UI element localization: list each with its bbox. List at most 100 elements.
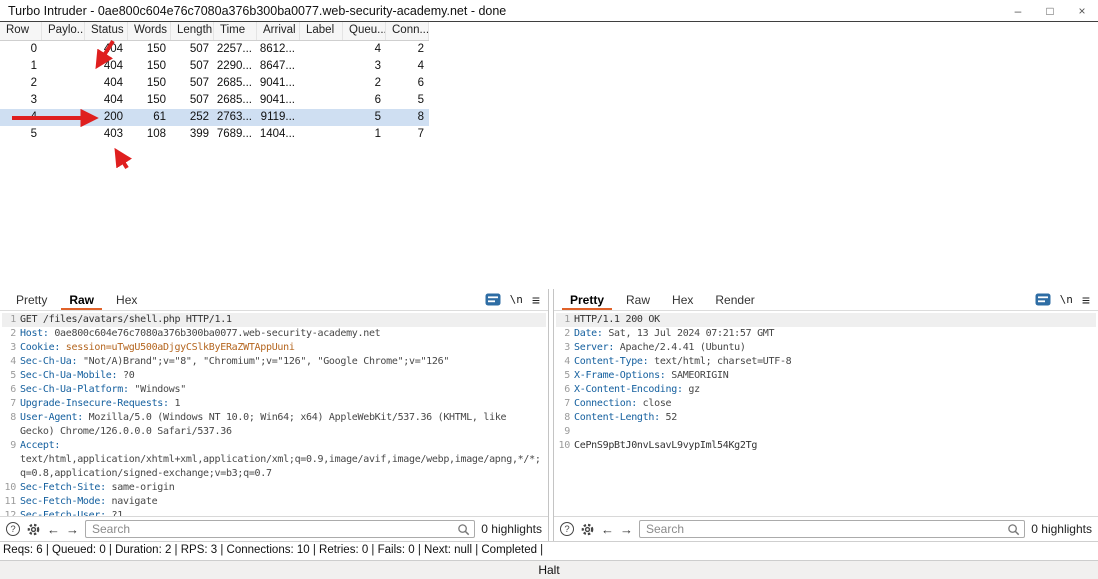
cell-arrival: 9041... <box>257 75 300 92</box>
response-tabs: Pretty Raw Hex Render <box>562 289 769 310</box>
halt-button[interactable]: Halt <box>0 560 1098 579</box>
line-number: 4 <box>556 355 574 369</box>
cell-row: 2 <box>0 75 42 92</box>
settings-gear-icon[interactable] <box>580 522 595 537</box>
response-editor-icons: \n ≡ <box>1035 293 1090 307</box>
line-text: Connection: close <box>574 397 1096 411</box>
column-header-payload[interactable]: Paylo... <box>42 22 85 40</box>
column-header-words[interactable]: Words <box>128 22 171 40</box>
cell-status: 404 <box>85 75 128 92</box>
maximize-button[interactable]: □ <box>1034 0 1066 21</box>
request-search-input[interactable] <box>85 520 475 538</box>
tab-raw[interactable]: Raw <box>61 289 102 310</box>
cell-row: 1 <box>0 58 42 75</box>
cell-label <box>300 109 343 126</box>
column-header-conn[interactable]: Conn... <box>386 22 429 40</box>
menu-icon[interactable]: ≡ <box>532 293 540 307</box>
cell-length: 399 <box>171 126 214 143</box>
settings-gear-icon[interactable] <box>26 522 41 537</box>
column-header-arrival[interactable]: Arrival <box>257 22 300 40</box>
line-text: HTTP/1.1 200 OK <box>574 313 1096 327</box>
table-row[interactable]: 4200612522763...9119...58 <box>0 109 429 126</box>
newline-toggle-icon[interactable]: \n <box>510 293 523 306</box>
tab-pretty[interactable]: Pretty <box>562 289 612 310</box>
editor-line: 5Sec-Ch-Ua-Mobile: ?0 <box>2 369 546 383</box>
line-number: 8 <box>556 411 574 425</box>
tab-hex[interactable]: Hex <box>664 289 701 310</box>
tab-raw[interactable]: Raw <box>618 289 658 310</box>
tab-render[interactable]: Render <box>707 289 762 310</box>
table-row[interactable]: 04041505072257...8612...42 <box>0 41 429 58</box>
line-number: 8 <box>2 411 20 439</box>
cell-row: 0 <box>0 41 42 58</box>
cell-words: 150 <box>128 75 171 92</box>
editor-line: 6X-Content-Encoding: gz <box>556 383 1096 397</box>
inspector-panel-icon[interactable] <box>1035 293 1051 306</box>
line-text: Sec-Ch-Ua-Platform: "Windows" <box>20 383 546 397</box>
response-content[interactable]: 1HTTP/1.1 200 OK2Date: Sat, 13 Jul 2024 … <box>554 311 1098 516</box>
table-row[interactable]: 24041505072685...9041...26 <box>0 75 429 92</box>
cell-length: 507 <box>171 41 214 58</box>
help-icon[interactable]: ? <box>560 522 574 536</box>
cell-time: 2685... <box>214 75 257 92</box>
column-header-queue[interactable]: Queu... <box>343 22 386 40</box>
column-header-length[interactable]: Length <box>171 22 214 40</box>
newline-toggle-icon[interactable]: \n <box>1060 293 1073 306</box>
column-header-label[interactable]: Label <box>300 22 343 40</box>
editor-line: 1GET /files/avatars/shell.php HTTP/1.1 <box>2 313 546 327</box>
search-icon <box>457 523 470 536</box>
results-table-header: RowPaylo...StatusWordsLengthTimeArrivalL… <box>0 22 429 41</box>
line-text: Sec-Ch-Ua: "Not/A)Brand";v="8", "Chromiu… <box>20 355 546 369</box>
line-number: 10 <box>2 481 20 495</box>
editor-line: 3Cookie: session=uTwgU500aDjgyCSlkByERaZ… <box>2 341 546 355</box>
table-row[interactable]: 54031083997689...1404...17 <box>0 126 429 143</box>
response-search-input[interactable] <box>639 520 1025 538</box>
cell-label <box>300 126 343 143</box>
turbo-intruder-window: Turbo Intruder - 0ae800c604e76c7080a376b… <box>0 0 1098 579</box>
response-tab-bar: Pretty Raw Hex Render \n ≡ <box>554 289 1098 311</box>
next-match-icon[interactable]: → <box>620 523 633 536</box>
column-header-time[interactable]: Time <box>214 22 257 40</box>
editor-line: 1HTTP/1.1 200 OK <box>556 313 1096 327</box>
request-editor: Pretty Raw Hex \n ≡ 1GET /files/avatars/sh… <box>0 289 549 541</box>
cell-words: 150 <box>128 92 171 109</box>
editor-line: 8User-Agent: Mozilla/5.0 (Windows NT 10.… <box>2 411 546 439</box>
editor-line: 9Accept: text/html,application/xhtml+xml… <box>2 439 546 481</box>
table-row[interactable]: 14041505072290...8647...34 <box>0 58 429 75</box>
line-number: 1 <box>556 313 574 327</box>
request-content[interactable]: 1GET /files/avatars/shell.php HTTP/1.12H… <box>0 311 548 516</box>
table-row[interactable]: 34041505072685...9041...65 <box>0 92 429 109</box>
column-header-status[interactable]: Status <box>85 22 128 40</box>
line-text: Cookie: session=uTwgU500aDjgyCSlkByERaZW… <box>20 341 546 355</box>
inspector-panel-icon[interactable] <box>485 293 501 306</box>
close-button[interactable]: × <box>1066 0 1098 21</box>
window-title: Turbo Intruder - 0ae800c604e76c7080a376b… <box>8 4 506 18</box>
menu-icon[interactable]: ≡ <box>1082 293 1090 307</box>
cell-arrival: 8612... <box>257 41 300 58</box>
line-text: Content-Type: text/html; charset=UTF-8 <box>574 355 1096 369</box>
cell-payload <box>42 41 85 58</box>
editor-line: 10Sec-Fetch-Site: same-origin <box>2 481 546 495</box>
prev-match-icon[interactable]: ← <box>47 523 60 536</box>
request-tabs: Pretty Raw Hex <box>8 289 151 310</box>
editor-line: 9 <box>556 425 1096 439</box>
column-header-row[interactable]: Row <box>0 22 42 40</box>
line-text: Content-Length: 52 <box>574 411 1096 425</box>
line-number: 4 <box>2 355 20 369</box>
line-text: X-Frame-Options: SAMEORIGIN <box>574 369 1096 383</box>
cell-status: 404 <box>85 58 128 75</box>
editor-line: 7Connection: close <box>556 397 1096 411</box>
cell-status: 404 <box>85 41 128 58</box>
tab-hex[interactable]: Hex <box>108 289 145 310</box>
editor-line: 2Host: 0ae800c604e76c7080a376b300ba0077.… <box>2 327 546 341</box>
help-icon[interactable]: ? <box>6 522 20 536</box>
next-match-icon[interactable]: → <box>66 523 79 536</box>
cell-arrival: 1404... <box>257 126 300 143</box>
line-number: 7 <box>2 397 20 411</box>
editor-line: 11Sec-Fetch-Mode: navigate <box>2 495 546 509</box>
tab-pretty[interactable]: Pretty <box>8 289 55 310</box>
minimize-button[interactable]: – <box>1002 0 1034 21</box>
prev-match-icon[interactable]: ← <box>601 523 614 536</box>
cell-length: 252 <box>171 109 214 126</box>
cell-arrival: 9041... <box>257 92 300 109</box>
